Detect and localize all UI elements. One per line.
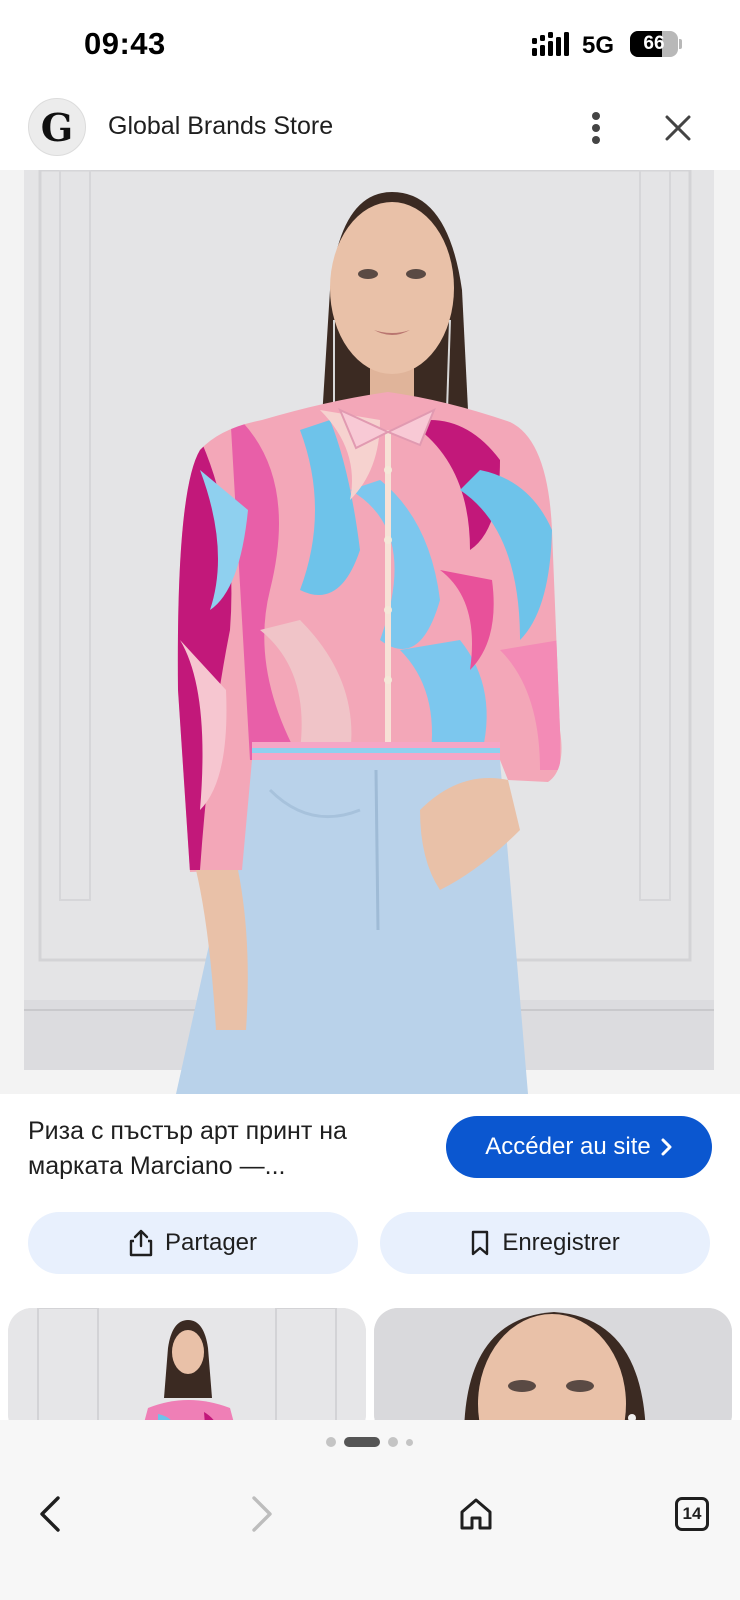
- related-images: [0, 1308, 740, 1420]
- visit-site-label: Accéder au site: [485, 1133, 651, 1160]
- image-pager: [0, 1420, 740, 1464]
- product-info: Риза с пъстър арт принт на марката Marci…: [0, 1094, 740, 1204]
- battery-icon: 66: [630, 31, 682, 57]
- store-name[interactable]: Global Brands Store: [108, 112, 333, 141]
- site-header: G Global Brands Store: [0, 88, 740, 170]
- tabs-count-icon: 14: [675, 1497, 709, 1531]
- related-photo-1: [8, 1308, 366, 1420]
- bookmark-icon: [472, 1230, 489, 1256]
- browser-nav-bar: 14: [0, 1464, 740, 1600]
- chevron-right-icon: [252, 1496, 272, 1532]
- status-bar: 09:43 5G 66: [0, 0, 740, 88]
- logo-letter: G: [40, 104, 74, 150]
- store-logo[interactable]: G: [28, 98, 86, 156]
- pager-dot[interactable]: [326, 1437, 336, 1447]
- visit-site-button[interactable]: Accéder au site: [446, 1116, 712, 1178]
- share-button[interactable]: Partager: [28, 1212, 358, 1274]
- close-button[interactable]: [656, 106, 700, 150]
- tabs-count: 14: [682, 1504, 702, 1523]
- chevron-left-icon: [40, 1496, 60, 1532]
- pager-dot[interactable]: [388, 1437, 398, 1447]
- pager-dots[interactable]: [326, 1436, 413, 1448]
- forward-button[interactable]: [232, 1484, 292, 1544]
- product-title[interactable]: Риза с пъстър арт принт на марката Marci…: [28, 1114, 408, 1184]
- product-photo: [0, 170, 740, 1094]
- status-time: 09:43: [84, 26, 166, 61]
- share-label: Partager: [164, 1229, 258, 1256]
- home-button[interactable]: [446, 1484, 506, 1544]
- related-image-2[interactable]: [374, 1308, 732, 1420]
- save-button[interactable]: Enregistrer: [380, 1212, 710, 1274]
- close-icon: [665, 115, 691, 141]
- save-label: Enregistrer: [502, 1229, 620, 1256]
- signal-icon: [532, 32, 569, 56]
- home-icon: [460, 1498, 492, 1530]
- chevron-right-icon: [661, 1138, 672, 1156]
- more-vertical-icon: [592, 112, 600, 144]
- related-image-1[interactable]: [8, 1308, 366, 1420]
- share-icon: [129, 1229, 153, 1257]
- battery-percent: 66: [643, 33, 665, 54]
- network-type: 5G: [582, 32, 615, 59]
- related-photo-2: [374, 1308, 732, 1420]
- tabs-button[interactable]: 14: [662, 1484, 722, 1544]
- more-options-button[interactable]: [576, 106, 616, 150]
- pager-dot[interactable]: [344, 1437, 380, 1447]
- product-image[interactable]: [0, 170, 740, 1094]
- back-button[interactable]: [20, 1484, 80, 1544]
- pager-dot[interactable]: [406, 1438, 413, 1446]
